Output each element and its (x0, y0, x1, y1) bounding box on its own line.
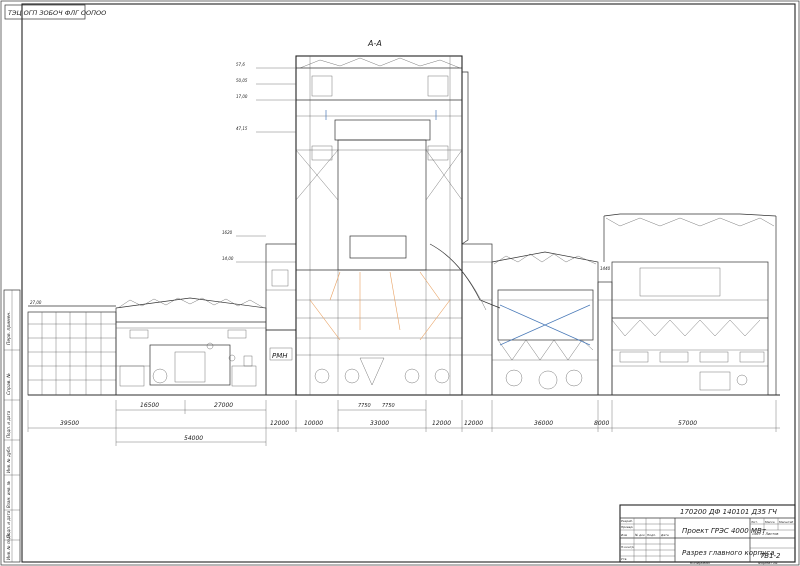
side-stamp-4: Инв. № дубл. (6, 446, 11, 473)
level-6: 14,00 (222, 256, 234, 261)
level-4: 47,15 (236, 126, 248, 131)
dim-4: 12000 (270, 420, 289, 427)
dim-total: 54000 (184, 435, 203, 442)
title-block: 170200 ДФ 140101 Д35 ГЧ Проект ГРЭС 4000… (619, 504, 796, 565)
dim-5: 10000 (304, 420, 323, 427)
dim-10: 8000 (594, 420, 609, 427)
format-label: Формат А1 (758, 561, 778, 565)
flue-duct (429, 71, 501, 311)
col-header-2: № док (634, 533, 645, 537)
admin-building (27, 305, 117, 396)
level-marks: 57,6 50,05 17,00 47,15 1620 14,00 27,00 … (30, 62, 611, 305)
level-2: 50,05 (236, 78, 248, 83)
col-header-4: Дата (660, 533, 669, 537)
row-label-1: Разраб. (621, 519, 633, 523)
drawing-sheet: ТЭЦ ОГП ЗОБОЧ ФЛГ ООПОО Перв. примен. Сп… (0, 0, 800, 566)
col-header-1: Изм (621, 533, 628, 537)
dimension-row-2: 54000 (116, 435, 266, 443)
boiler-house (295, 55, 463, 396)
sheet-info: Лист 1 Листов (751, 532, 778, 536)
outer-frame (0, 0, 800, 566)
level-5: 1620 (222, 230, 233, 235)
doc-code: 170200 ДФ 140101 Д35 ГЧ (680, 508, 777, 516)
dimension-row-1: 39500 16500 27000 12000 10000 33000 1200… (27, 400, 780, 446)
rmn-block: РМН (265, 329, 297, 396)
level-8: 1440 (600, 266, 611, 271)
rmn-label: РМН (272, 352, 288, 360)
dim-small-2: 7750 (382, 403, 395, 409)
stage-header-2: Масса (765, 520, 775, 524)
precipitator-building (491, 251, 599, 396)
section-title: А-А (367, 39, 382, 48)
connecting-duct (597, 281, 613, 396)
level-1: 57,6 (236, 62, 245, 67)
level-7: 27,00 (30, 300, 42, 305)
dim-3: 27000 (214, 402, 233, 409)
dim-small-1: 7750 (358, 403, 371, 409)
inner-frame (21, 3, 796, 563)
level-3: 17,00 (236, 94, 248, 99)
top-stamp: ТЭЦ ОГП ЗОБОЧ ФЛГ ООПОО (8, 9, 106, 17)
side-stamp-7: Инв. № подл. (6, 532, 11, 560)
sheet-code: ТБ1-2 (760, 552, 781, 560)
turbine-hall (115, 297, 267, 396)
dim-7: 12000 (432, 420, 451, 427)
section-drawing: ТЭЦ ОГП ЗОБОЧ ФЛГ ООПОО Перв. примен. Сп… (0, 0, 800, 566)
dim-6: 33000 (370, 420, 389, 427)
copied-by: Копировал (690, 561, 711, 565)
intermediate-bay (461, 243, 493, 396)
row-label-4: Утв. (621, 557, 627, 561)
dim-9: 36000 (534, 420, 553, 427)
dim-11: 57000 (678, 420, 697, 427)
dim-2: 16500 (140, 402, 159, 409)
row-label-3: Н.контр. (621, 545, 634, 549)
stage-header-3: Масштаб (779, 520, 793, 524)
dim-1: 39500 (60, 420, 79, 427)
side-stamp-5: Взам. инв. № (6, 481, 11, 508)
stage-header-1: Лит. (750, 520, 758, 524)
right-building (603, 213, 777, 396)
deaerator-bay (265, 243, 297, 331)
side-stamp-2: Справ. № (6, 373, 12, 395)
side-stamp-1: Перв. примен. (6, 311, 12, 345)
side-stamp-3: Подп. и дата (6, 410, 11, 438)
col-header-3: Подп. (647, 533, 656, 537)
side-stamp-column: Перв. примен. Справ. № Подп. и дата Инв.… (3, 289, 21, 563)
dim-8: 12000 (464, 420, 483, 427)
row-label-2: Провер. (621, 525, 634, 529)
